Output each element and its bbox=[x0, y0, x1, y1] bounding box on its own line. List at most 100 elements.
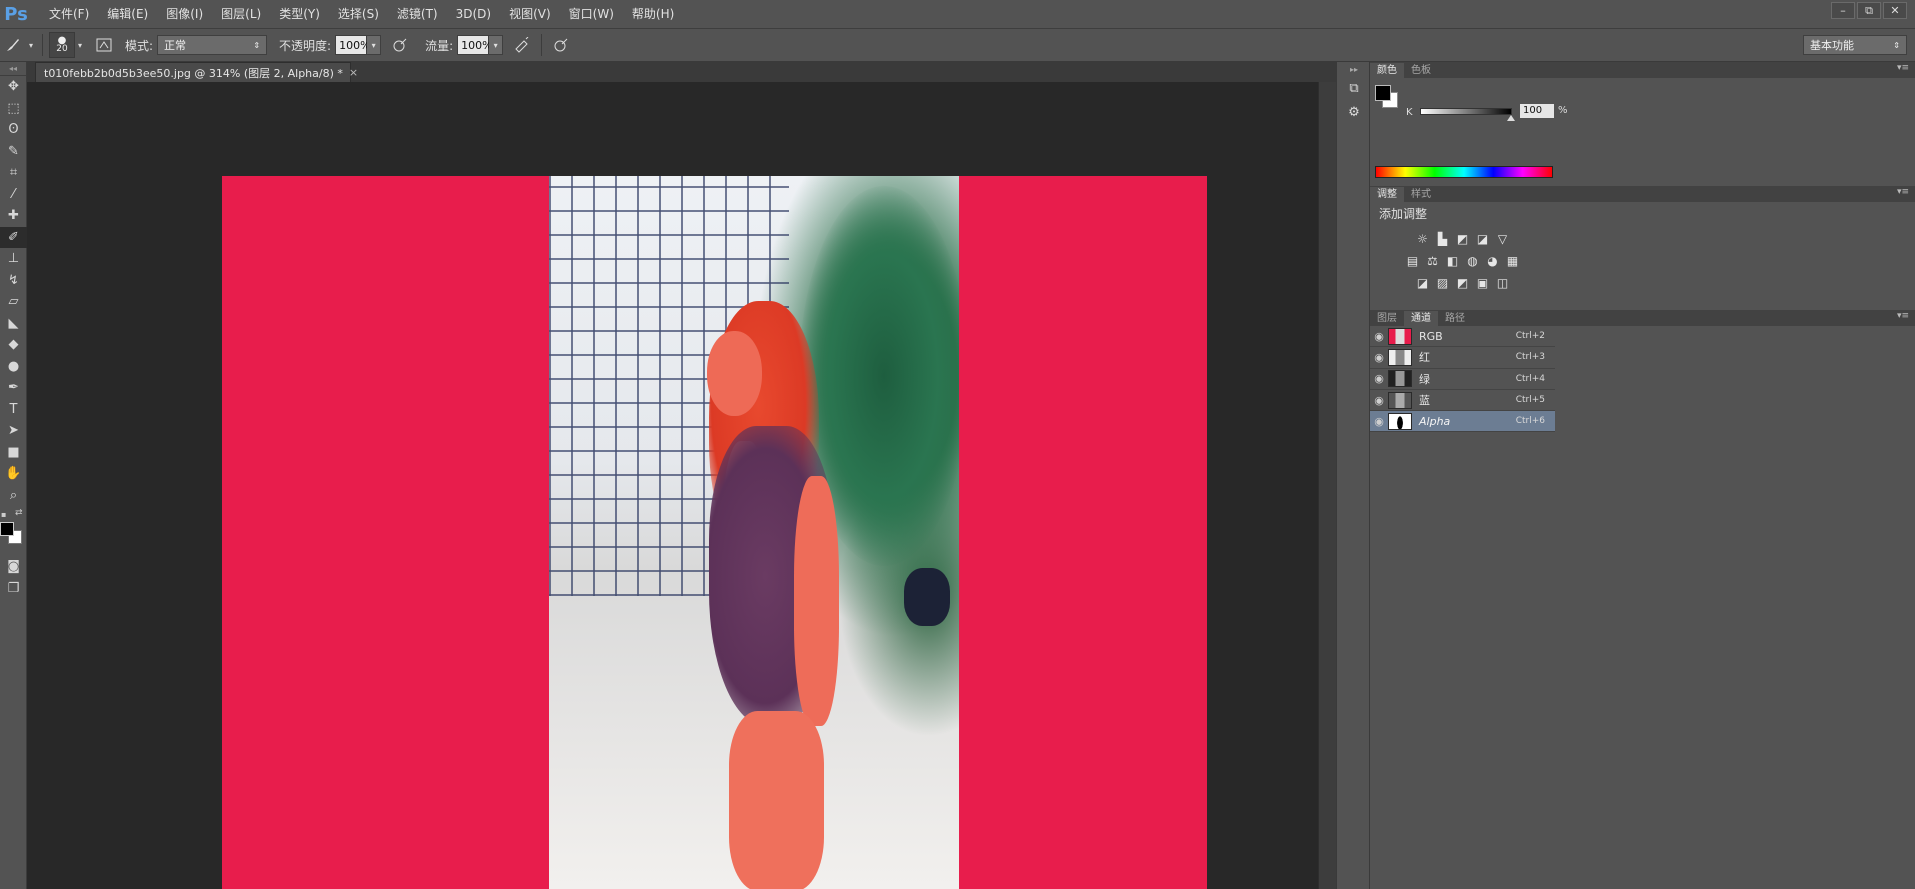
flow-dropdown-icon[interactable]: ▾ bbox=[489, 35, 504, 55]
visibility-eye-icon[interactable]: ◉ bbox=[1370, 330, 1388, 343]
brush-panel-toggle-icon[interactable] bbox=[91, 32, 117, 58]
brightness-icon[interactable]: ☼ bbox=[1416, 232, 1430, 246]
type-icon[interactable]: T bbox=[0, 399, 27, 421]
gradient-icon[interactable]: ◣ bbox=[0, 313, 27, 335]
workspace-select[interactable]: 基本功能 ⇕ bbox=[1803, 35, 1907, 55]
k-slider-thumb[interactable] bbox=[1507, 115, 1515, 121]
hand-icon[interactable]: ✋ bbox=[0, 463, 27, 485]
posterize-icon[interactable]: ▨ bbox=[1436, 276, 1450, 290]
menu-layer[interactable]: 图层(L) bbox=[212, 0, 270, 28]
panel-menu-icon[interactable]: ▾≡ bbox=[1897, 311, 1909, 321]
minimize-button[interactable]: – bbox=[1831, 2, 1855, 19]
document-canvas[interactable] bbox=[222, 176, 1207, 889]
pressure-size-icon[interactable] bbox=[548, 32, 574, 58]
foreground-color-swatch[interactable] bbox=[0, 522, 14, 536]
color-panel-foreground-swatch[interactable] bbox=[1375, 85, 1391, 101]
color-spectrum-bar[interactable] bbox=[1375, 166, 1553, 178]
menu-filter[interactable]: 滤镜(T) bbox=[388, 0, 447, 28]
photo-filter-icon[interactable]: ◍ bbox=[1466, 254, 1480, 268]
swap-colors-icon[interactable]: ⇄ bbox=[15, 508, 23, 518]
threshold-icon[interactable]: ◩ bbox=[1456, 276, 1470, 290]
color-lookup-icon[interactable]: ▦ bbox=[1506, 254, 1520, 268]
pen-icon[interactable]: ✒ bbox=[0, 377, 27, 399]
tab-styles[interactable]: 样式 bbox=[1404, 187, 1438, 202]
flow-input[interactable]: 100% bbox=[457, 35, 493, 55]
history-brush-icon[interactable]: ↯ bbox=[0, 270, 27, 292]
visibility-eye-icon[interactable]: ◉ bbox=[1370, 351, 1388, 364]
levels-icon[interactable]: ▙ bbox=[1436, 232, 1450, 246]
selective-color-icon[interactable]: ▣ bbox=[1476, 276, 1490, 290]
stamp-icon[interactable]: ⊥ bbox=[0, 248, 27, 270]
panel-menu-icon[interactable]: ▾≡ bbox=[1897, 187, 1909, 197]
eyedropper-icon[interactable]: ⁄ bbox=[0, 184, 27, 206]
menu-image[interactable]: 图像(I) bbox=[157, 0, 212, 28]
close-button[interactable]: ✕ bbox=[1883, 2, 1907, 19]
pressure-opacity-icon[interactable] bbox=[387, 32, 413, 58]
channel-mixer-icon[interactable]: ◕ bbox=[1486, 254, 1500, 268]
preset-dropdown-icon[interactable]: ▾ bbox=[26, 32, 36, 58]
crop-icon[interactable]: ⌗ bbox=[0, 162, 27, 184]
brush-icon[interactable]: ✐ bbox=[0, 226, 27, 248]
channel-row-red[interactable]: ◉ 红 Ctrl+3 bbox=[1370, 347, 1555, 369]
color-balance-icon[interactable]: ⚖ bbox=[1426, 254, 1440, 268]
visibility-eye-icon[interactable]: ◉ bbox=[1370, 394, 1388, 407]
blur-icon[interactable]: ◆ bbox=[0, 334, 27, 356]
invert-icon[interactable]: ◪ bbox=[1416, 276, 1430, 290]
k-value-input[interactable]: 100 bbox=[1520, 104, 1554, 118]
dock-collapse-icon[interactable]: ▸▸ bbox=[1337, 62, 1371, 76]
marquee-icon[interactable]: ⬚ bbox=[0, 98, 27, 120]
healing-icon[interactable]: ✚ bbox=[0, 205, 27, 227]
close-tab-icon[interactable]: × bbox=[349, 66, 358, 79]
curves-icon[interactable]: ◩ bbox=[1456, 232, 1470, 246]
menu-3d[interactable]: 3D(D) bbox=[447, 0, 500, 28]
tab-swatches[interactable]: 色板 bbox=[1404, 63, 1438, 78]
quick-select-icon[interactable]: ✎ bbox=[0, 141, 27, 163]
tab-layers[interactable]: 图层 bbox=[1370, 311, 1404, 326]
channel-row-alpha[interactable]: ◉ Alpha Ctrl+6 bbox=[1370, 411, 1555, 433]
move-icon[interactable]: ✥ bbox=[0, 76, 27, 98]
tab-paths[interactable]: 路径 bbox=[1438, 311, 1472, 326]
tab-adjustments[interactable]: 调整 bbox=[1370, 187, 1404, 202]
channel-row-blue[interactable]: ◉ 蓝 Ctrl+5 bbox=[1370, 390, 1555, 412]
brush-picker-arrow-icon[interactable]: ▾ bbox=[75, 32, 85, 58]
opacity-input[interactable]: 100% bbox=[335, 35, 371, 55]
channel-row-rgb[interactable]: ◉ RGB Ctrl+2 bbox=[1370, 326, 1555, 348]
brush-size-picker[interactable]: ● 20 bbox=[49, 32, 75, 58]
zoom-icon[interactable]: ⌕ bbox=[0, 485, 27, 507]
screen-mode-icon[interactable]: ❐ bbox=[0, 578, 27, 600]
canvas-area[interactable] bbox=[27, 82, 1336, 889]
document-tab[interactable]: t010febb2b0d5b3ee50.jpg @ 314% (图层 2, Al… bbox=[35, 62, 358, 82]
path-select-icon[interactable]: ➤ bbox=[0, 420, 27, 442]
tab-color[interactable]: 颜色 bbox=[1370, 63, 1404, 78]
menu-type[interactable]: 类型(Y) bbox=[270, 0, 329, 28]
menu-view[interactable]: 视图(V) bbox=[500, 0, 560, 28]
menu-edit[interactable]: 编辑(E) bbox=[98, 0, 157, 28]
eraser-icon[interactable]: ▱ bbox=[0, 291, 27, 313]
vibrance-icon[interactable]: ▽ bbox=[1496, 232, 1510, 246]
visibility-eye-icon[interactable]: ◉ bbox=[1370, 372, 1388, 385]
properties-panel-icon[interactable]: ⚙ bbox=[1337, 100, 1371, 124]
history-panel-icon[interactable]: ⧉ bbox=[1337, 76, 1371, 100]
airbrush-icon[interactable] bbox=[509, 32, 535, 58]
menu-file[interactable]: 文件(F) bbox=[40, 0, 98, 28]
tab-channels[interactable]: 通道 bbox=[1404, 311, 1438, 326]
restore-button[interactable]: ⧉ bbox=[1857, 2, 1881, 19]
brush-tool-preset-icon[interactable] bbox=[0, 32, 26, 58]
panel-grip-icon[interactable]: ◂◂ bbox=[0, 62, 26, 76]
menu-window[interactable]: 窗口(W) bbox=[560, 0, 623, 28]
shape-icon[interactable]: ■ bbox=[0, 442, 27, 464]
menu-help[interactable]: 帮助(H) bbox=[623, 0, 683, 28]
k-slider[interactable] bbox=[1420, 108, 1515, 121]
default-colors-icon[interactable]: ▪ bbox=[1, 510, 6, 519]
panel-menu-icon[interactable]: ▾≡ bbox=[1897, 63, 1909, 73]
lasso-icon[interactable]: ʘ bbox=[0, 119, 27, 141]
quick-mask-icon[interactable]: ◙ bbox=[0, 556, 27, 578]
opacity-dropdown-icon[interactable]: ▾ bbox=[367, 35, 382, 55]
channel-row-green[interactable]: ◉ 绿 Ctrl+4 bbox=[1370, 369, 1555, 390]
dodge-icon[interactable]: ● bbox=[0, 356, 27, 378]
exposure-icon[interactable]: ◪ bbox=[1476, 232, 1490, 246]
vertical-scrollbar[interactable] bbox=[1318, 82, 1336, 889]
black-white-icon[interactable]: ◧ bbox=[1446, 254, 1460, 268]
mode-select[interactable]: 正常 ⇕ bbox=[157, 35, 268, 55]
hue-saturation-icon[interactable]: ▤ bbox=[1406, 254, 1420, 268]
